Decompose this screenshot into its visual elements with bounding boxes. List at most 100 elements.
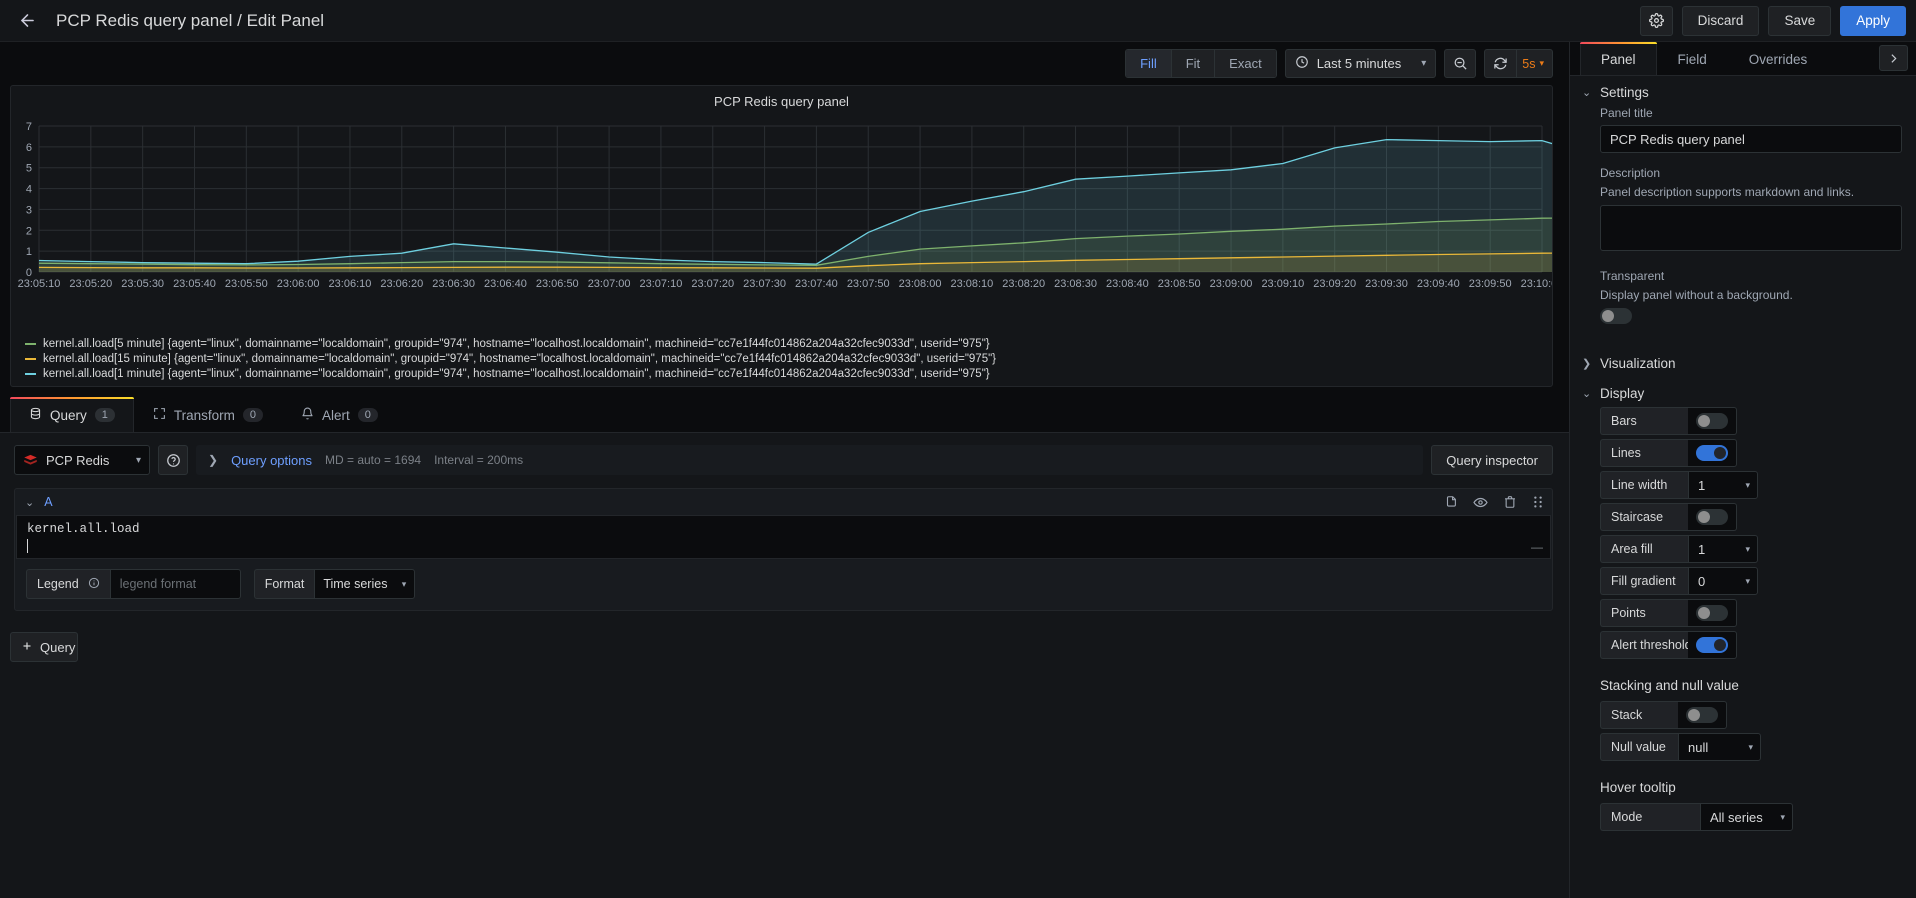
query-row-a: ⌄ A kernel.all.load — Legend legend form… (14, 488, 1553, 611)
legend-label-text: Legend (37, 577, 79, 591)
display-row-fill-gradient: Fill gradient 0 ▾ (1600, 567, 1902, 595)
section-settings-header[interactable]: ⌄ Settings (1570, 76, 1916, 106)
refresh-button[interactable] (1485, 50, 1516, 77)
drag-handle-icon[interactable] (1532, 495, 1544, 509)
query-code-editor[interactable]: kernel.all.load — (16, 515, 1551, 559)
area-fill-select[interactable]: 1 ▾ (1688, 535, 1758, 563)
x-axis-tick-label: 23:06:50 (536, 278, 579, 290)
panel-header-title: PCP Redis query panel (714, 94, 849, 109)
zoom-out-button[interactable] (1444, 49, 1477, 78)
copy-icon[interactable] (1444, 495, 1458, 509)
section-display-header[interactable]: ⌄ Display (1570, 377, 1916, 407)
panel-title-field: Panel title (1600, 106, 1902, 153)
save-button[interactable]: Save (1768, 5, 1832, 36)
points-toggle-wrap (1688, 599, 1737, 627)
collapse-options-pane-button[interactable] (1879, 45, 1908, 71)
alert-thresholds-toggle[interactable] (1696, 637, 1728, 653)
query-row-footer: Legend Format T (15, 559, 1552, 610)
datasource-name: PCP Redis (46, 452, 110, 468)
size-mode-fill[interactable]: Fill (1126, 50, 1172, 77)
graph-plot[interactable]: 0 1 2 3 4 5 6 7 23:05:10 23:05:20 23:05:30 23:05:40… (11, 112, 1552, 335)
tab-alert[interactable]: Alert 0 (282, 397, 397, 432)
panel-title-input[interactable] (1600, 125, 1902, 153)
section-visualization-header[interactable]: ❯ Visualization (1570, 347, 1916, 377)
size-mode-exact[interactable]: Exact (1215, 50, 1276, 77)
x-axis-tick-label: 23:07:00 (588, 278, 631, 290)
line-width-select[interactable]: 1 ▾ (1688, 471, 1758, 499)
stack-toggle[interactable] (1686, 707, 1718, 723)
options-pane: Panel Field Overrides ⌄ Settings Panel t… (1569, 42, 1916, 898)
clock-icon (1295, 55, 1309, 72)
info-circle-icon[interactable] (88, 577, 100, 592)
x-axis-tick-label: 23:09:10 (1261, 278, 1304, 290)
lines-toggle[interactable] (1696, 445, 1728, 461)
tooltip-mode-select[interactable]: All series ▾ (1700, 803, 1793, 831)
edit-panel-body: Fill Fit Exact Last 5 minutes ▾ 5s ▾ PCP… (0, 42, 1916, 898)
description-label: Description (1600, 166, 1661, 180)
trash-icon[interactable] (1503, 495, 1517, 509)
query-inspector-button[interactable]: Query inspector (1431, 445, 1553, 475)
transparent-toggle[interactable] (1600, 308, 1632, 324)
points-label: Points (1600, 599, 1688, 627)
toggle-knob (1698, 607, 1710, 619)
refresh-interval-picker[interactable]: 5s ▾ (1516, 50, 1552, 77)
null-value-select[interactable]: null ▾ (1678, 733, 1761, 761)
description-textarea[interactable] (1600, 205, 1902, 251)
x-axis-tick-label: 23:08:20 (1002, 278, 1045, 290)
display-row-tooltip-mode: Mode All series ▾ (1600, 803, 1902, 831)
x-axis-tick-label: 23:09:40 (1417, 278, 1460, 290)
graph-panel: PCP Redis query panel 0 1 2 3 4 5 6 7 23:05:10 23… (10, 85, 1553, 387)
size-mode-fit[interactable]: Fit (1171, 50, 1216, 77)
legend-format-input[interactable] (109, 569, 241, 599)
redis-logo-icon (23, 453, 38, 468)
query-options-row[interactable]: ❯ Query options MD = auto = 1694 Interva… (196, 445, 1424, 475)
line-width-value: 1 (1698, 477, 1706, 493)
fill-gradient-select[interactable]: 0 ▾ (1688, 567, 1758, 595)
back-arrow-icon[interactable] (12, 6, 42, 36)
chevron-down-icon: ▾ (401, 578, 407, 589)
left-pane: Fill Fit Exact Last 5 minutes ▾ 5s ▾ PCP… (0, 42, 1569, 898)
format-select[interactable]: Time series ▾ (314, 569, 416, 599)
tab-overrides[interactable]: Overrides (1728, 42, 1829, 75)
time-range-picker[interactable]: Last 5 minutes ▾ (1284, 49, 1437, 78)
tab-panel[interactable]: Panel (1580, 42, 1657, 75)
query-ref-id[interactable]: A (44, 495, 52, 509)
discard-button[interactable]: Discard (1681, 5, 1760, 36)
eye-icon[interactable] (1473, 495, 1488, 510)
bars-toggle[interactable] (1696, 413, 1728, 429)
section-settings-body: Panel title Description Panel descriptio… (1570, 106, 1916, 347)
tab-transform[interactable]: Transform 0 (134, 397, 282, 432)
legend-item[interactable]: kernel.all.load[5 minute] {agent="linux"… (25, 338, 1552, 350)
tab-query[interactable]: Query 1 (10, 397, 134, 432)
datasource-picker[interactable]: PCP Redis ▾ (14, 445, 150, 475)
x-axis-tick-label: 23:07:50 (847, 278, 890, 290)
section-display-body: Bars Lines Line width 1 ▾ Staircase Area… (1570, 407, 1916, 845)
stack-toggle-wrap (1678, 701, 1727, 729)
transparent-help-text: Display panel without a background. (1600, 288, 1793, 302)
legend-item[interactable]: kernel.all.load[1 minute] {agent="linux"… (25, 368, 1552, 380)
chevron-down-icon: ▾ (1539, 58, 1544, 68)
options-pane-tabs: Panel Field Overrides (1570, 42, 1916, 76)
fill-gradient-value: 0 (1698, 573, 1706, 589)
staircase-toggle[interactable] (1696, 509, 1728, 525)
legend-item[interactable]: kernel.all.load[15 minute] {agent="linux… (25, 353, 1552, 365)
datasource-help-button[interactable] (158, 445, 188, 475)
query-options-title: Query options (231, 452, 312, 468)
hover-tooltip-subheader: Hover tooltip (1600, 780, 1676, 795)
apply-button[interactable]: Apply (1840, 5, 1906, 36)
tab-field[interactable]: Field (1657, 42, 1728, 75)
refresh-interval-label: 5s (1522, 56, 1536, 71)
panel-settings-gear-button[interactable] (1639, 5, 1673, 36)
plus-icon (21, 640, 33, 655)
options-scroll-area[interactable]: ⌄ Settings Panel title Description Panel… (1570, 76, 1916, 898)
toggle-knob (1714, 639, 1726, 651)
chevron-down-icon: ⌄ (1582, 388, 1592, 400)
chevron-down-icon[interactable]: ⌄ (25, 496, 34, 509)
lines-toggle-wrap (1688, 439, 1737, 467)
add-query-button[interactable]: Query (10, 632, 78, 662)
minus-icon[interactable]: — (1531, 540, 1543, 554)
query-code-line: kernel.all.load (27, 522, 140, 536)
panel-title-label: Panel title (1600, 106, 1653, 120)
datasource-row: PCP Redis ▾ ❯ Query options MD = auto = … (0, 445, 1569, 475)
points-toggle[interactable] (1696, 605, 1728, 621)
